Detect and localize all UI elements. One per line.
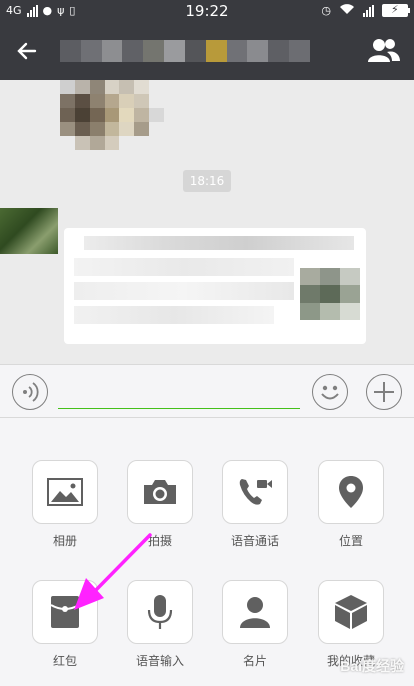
- tool-voice-input[interactable]: 语音输入: [127, 580, 193, 669]
- tool-location[interactable]: 位置: [318, 460, 384, 549]
- back-button[interactable]: [10, 36, 44, 66]
- tool-label: 相册: [52, 534, 77, 548]
- tool-label: 红包: [52, 654, 77, 668]
- red-packet-icon: [50, 596, 80, 628]
- video-call-icon: [239, 479, 272, 505]
- cellular-signal-icon: [363, 4, 374, 17]
- chat-timestamp: 18:16: [183, 170, 231, 192]
- title-bar: [0, 22, 414, 80]
- card-desc-blurred-3: [74, 306, 274, 324]
- status-bar: 4G ● ψ ▯ 19:22 ◷ ⚡: [0, 0, 414, 22]
- camera-icon: [144, 480, 176, 504]
- microphone-icon: [147, 595, 173, 629]
- tool-label: 位置: [338, 534, 363, 548]
- more-tools-panel: 相册 拍摄 语音通话 位置 红包 语音输入 名片 我的收藏: [0, 418, 414, 686]
- watermark-logo: Bai度经验: [340, 658, 404, 674]
- tool-label: 拍摄: [147, 534, 172, 548]
- tool-red-packet[interactable]: 红包: [32, 580, 98, 669]
- battery-icon: ⚡: [382, 3, 410, 17]
- tool-contact-card[interactable]: 名片: [222, 580, 288, 669]
- shared-article-card[interactable]: [64, 228, 366, 344]
- chat-area[interactable]: 18:16: [0, 80, 414, 364]
- voice-wave-icon: [23, 382, 39, 402]
- alarm-icon: ◷: [321, 4, 331, 17]
- chat-title-blurred: [60, 40, 310, 62]
- card-desc-blurred-2: [74, 282, 294, 300]
- message-input-bar: [0, 364, 414, 418]
- card-title-blurred: [84, 236, 354, 250]
- card-desc-blurred: [74, 258, 294, 276]
- plus-icon: [374, 382, 394, 402]
- tool-label: 语音通话: [230, 534, 279, 548]
- back-arrow-icon: [17, 42, 37, 60]
- tool-label: 语音输入: [135, 654, 184, 668]
- chat-info-button[interactable]: [366, 36, 402, 66]
- message-text-input[interactable]: [58, 379, 300, 409]
- voice-mode-button[interactable]: [12, 374, 48, 410]
- blurred-image-message[interactable]: [60, 80, 164, 150]
- tool-label: 名片: [242, 654, 267, 668]
- tool-video-call[interactable]: 语音通话: [222, 460, 288, 549]
- wifi-icon: [339, 3, 355, 18]
- smiley-icon: [321, 385, 339, 400]
- favorites-icon: [335, 595, 367, 629]
- more-options-button[interactable]: [366, 374, 402, 410]
- photo-album-icon: [47, 478, 83, 506]
- location-icon: [339, 476, 363, 508]
- sender-avatar[interactable]: [0, 208, 58, 254]
- tool-photo-album[interactable]: 相册: [32, 460, 98, 549]
- emoji-button[interactable]: [312, 374, 348, 410]
- contact-card-icon: [240, 597, 270, 628]
- card-thumbnail-blurred: [300, 268, 360, 320]
- tool-camera[interactable]: 拍摄: [127, 460, 193, 549]
- group-members-icon: [368, 39, 400, 62]
